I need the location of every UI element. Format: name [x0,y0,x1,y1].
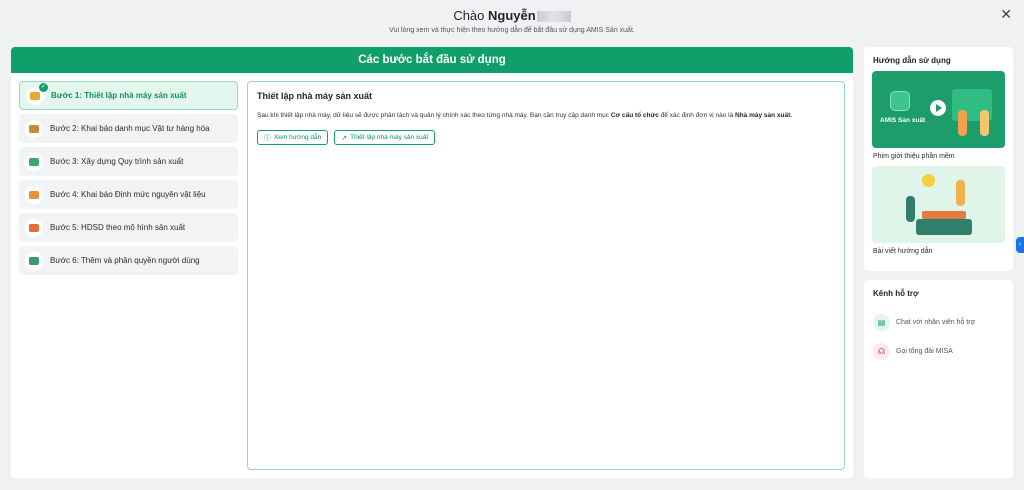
person-illustration [956,180,965,206]
lightbulb-icon [922,174,935,187]
guide-panel-title: Hướng dẫn sử dụng [873,56,951,65]
steps-banner: Các bước bắt đầu sử dụng [11,47,853,73]
step-item-3[interactable]: Bước 3: Xây dựng Quy trình sản xuất [19,147,238,176]
setup-factory-label: Thiết lập nhà máy sản xuất [350,134,429,141]
step-item-1[interactable]: ✓ Bước 1: Thiết lập nhà máy sản xuất [19,81,238,110]
support-panel: Kênh hỗ trợ ▤ Chat với nhân viên hỗ trợ … [864,280,1013,478]
side-collapse-tab[interactable]: ‹ [1016,237,1024,253]
step-item-2[interactable]: Bước 2: Khai báo danh mục Vật tư hàng hó… [19,114,238,143]
chat-support-link[interactable]: ▤ Chat với nhân viên hỗ trợ [873,314,1013,331]
chat-support-label: Chat với nhân viên hỗ trợ [896,319,976,326]
call-hotline-link[interactable]: ☊ Gọi tổng đài MISA [873,343,1013,360]
person-illustration [906,196,915,222]
step-icon-shape [29,157,39,166]
intro-video-caption[interactable]: Phim giới thiệu phần mềm [873,153,1013,160]
step-icon-shape [30,91,40,100]
step-icon-shape [29,190,39,199]
step-content-actions: ⓘ Xem hướng dẫn ↗ Thiết lập nhà máy sản … [257,130,835,145]
user-name: Nguyễn [488,8,536,23]
step-content-description: Sau khi thiết lập nhà máy, dữ liệu sẽ đư… [257,111,835,120]
users-icon [25,251,43,270]
step-icon-shape [29,256,39,265]
desc-bold-2: Nhà máy sản xuất. [735,112,793,119]
close-button[interactable]: ✕ [1000,7,1012,21]
step-icon-shape [29,223,39,232]
books-illustration [916,219,972,235]
external-link-icon: ↗ [341,134,348,142]
step-content-title: Thiết lập nhà máy sản xuất [257,91,373,101]
person-illustration [958,110,967,136]
step-item-5[interactable]: Bước 5: HDSD theo mô hình sản xuất [19,213,238,242]
intro-video-thumbnail[interactable]: AMIS Sản xuất [872,71,1005,148]
step-content: Thiết lập nhà máy sản xuất Sau khi thiết… [247,81,845,470]
step-icon-shape [29,124,39,133]
desc-bold-1: Cơ cấu tổ chức [610,112,659,119]
headset-icon: ☊ [873,343,890,360]
step-label: Bước 1: Thiết lập nhà máy sản xuất [51,91,187,100]
desc-text-2: để xác định đơn vị nào là [658,112,735,119]
guide-icon [25,218,43,237]
step-label: Bước 6: Thêm và phân quyền người dùng [50,256,200,265]
steps-list: ✓ Bước 1: Thiết lập nhà máy sản xuất Bước … [19,81,238,279]
amis-logo-icon [890,91,910,111]
video-brand-text: AMIS Sản xuất [880,117,926,124]
catalog-icon [25,119,43,138]
setup-factory-button[interactable]: ↗ Thiết lập nhà máy sản xuất [334,130,436,145]
play-icon[interactable] [930,100,946,116]
support-panel-title: Kênh hỗ trợ [873,289,919,298]
guide-article-thumbnail[interactable] [872,166,1005,243]
steps-card: Các bước bắt đầu sử dụng ✓ Bước 1: Thiết … [11,47,853,478]
greeting-text: Chào [453,8,485,23]
chat-icon: ▤ [873,314,890,331]
view-guide-button[interactable]: ⓘ Xem hướng dẫn [257,130,329,145]
person-illustration [980,110,989,136]
process-icon [25,152,43,171]
guide-article-caption[interactable]: Bài viết hướng dẫn [873,248,1013,255]
step-label: Bước 5: HDSD theo mô hình sản xuất [50,223,186,232]
desc-text-1: Sau khi thiết lập nhà máy, dữ liệu sẽ đư… [257,112,611,119]
package-icon [25,185,43,204]
step-label: Bước 3: Xây dựng Quy trình sản xuất [50,157,184,166]
call-hotline-label: Gọi tổng đài MISA [896,348,953,355]
step-label: Bước 2: Khai báo danh mục Vật tư hàng hó… [50,124,210,133]
greeting-subtitle: Vui lòng xem và thực hiện theo hướng dẫn… [389,27,635,34]
redacted-name [536,11,571,23]
greeting-title: Chào Nguyễn [0,8,1024,23]
step-label: Bước 4: Khai báo Định mức nguyên vật liệ… [50,190,206,199]
guide-panel: Hướng dẫn sử dụng AMIS Sản xuất Phim giớ… [864,47,1013,271]
view-guide-label: Xem hướng dẫn [274,134,322,141]
check-icon: ✓ [39,82,48,92]
books-illustration [922,211,966,219]
step-item-6[interactable]: Bước 6: Thêm và phân quyền người dùng [19,246,238,275]
step-item-4[interactable]: Bước 4: Khai báo Định mức nguyên vật liệ… [19,180,238,209]
factory-icon: ✓ [26,82,48,105]
help-circle-icon: ⓘ [264,134,271,142]
